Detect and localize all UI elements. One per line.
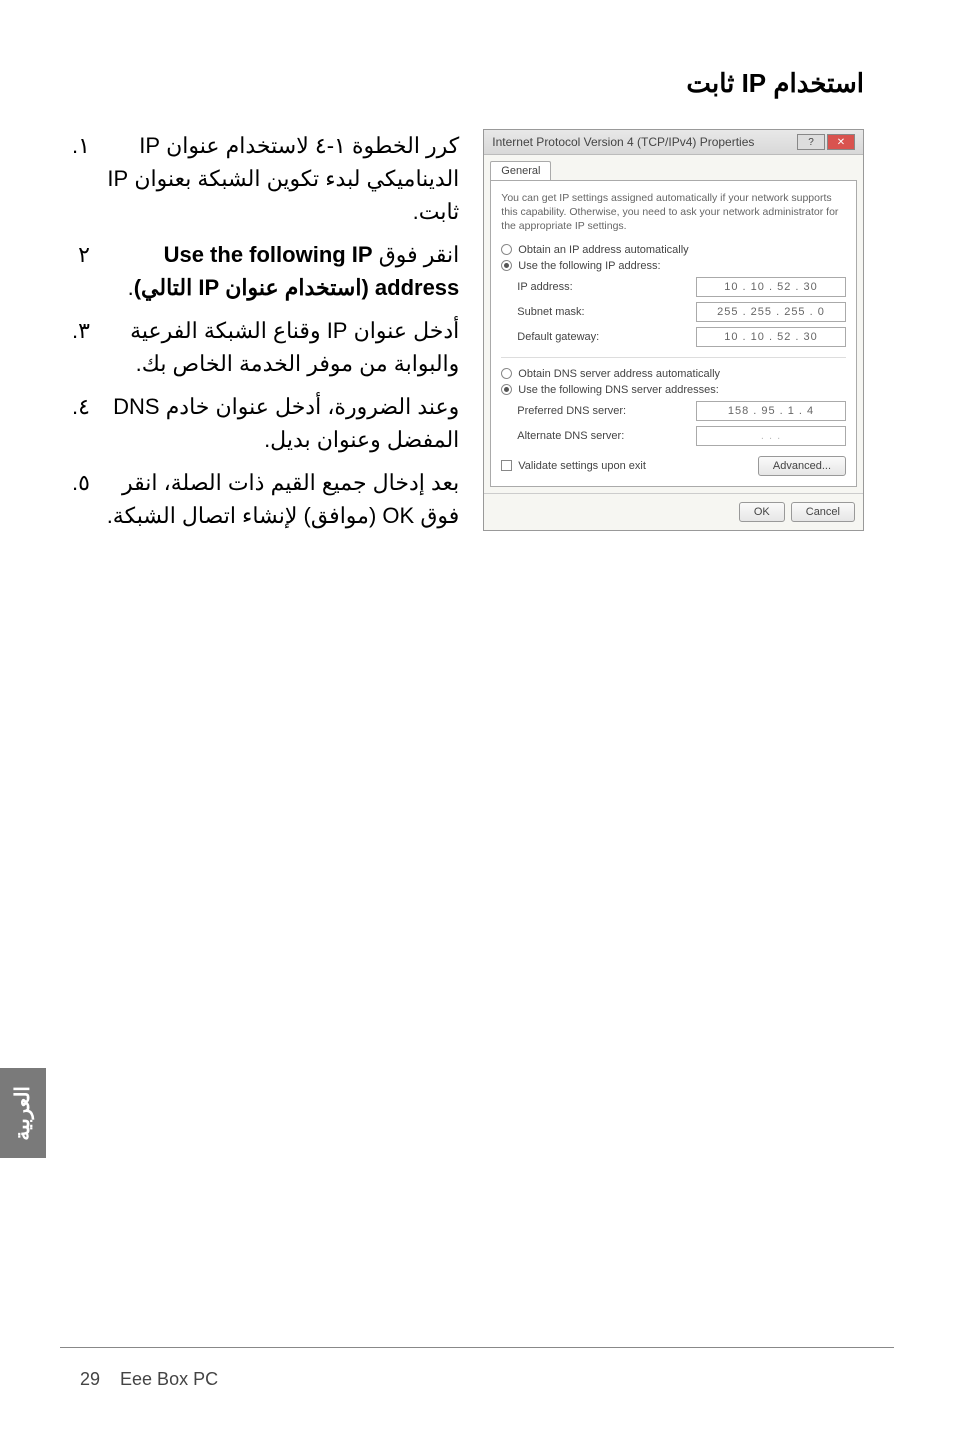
- radio-use-ip[interactable]: Use the following IP address:: [501, 260, 846, 272]
- content-row: ١. كرر الخطوة ١-٤ لاستخدام عنوان IP الدي…: [50, 129, 864, 542]
- radio-auto-ip[interactable]: Obtain an IP address automatically: [501, 244, 846, 256]
- field-ip: IP address: 10 . 10 . 52 . 30: [517, 277, 846, 297]
- step-num: ٢: [50, 238, 90, 304]
- help-button[interactable]: ?: [797, 134, 825, 150]
- field-pref-dns: Preferred DNS server: 158 . 95 . 1 . 4: [517, 401, 846, 421]
- tab-general[interactable]: General: [490, 161, 551, 180]
- checkbox-label: Validate settings upon exit: [518, 460, 646, 472]
- radio-use-dns[interactable]: Use the following DNS server addresses:: [501, 384, 846, 396]
- step-body: وعند الضرورة، أدخل عنوان خادم DNS المفضل…: [90, 390, 459, 456]
- step-body: بعد إدخال جميع القيم ذات الصلة، انقر فوق…: [90, 466, 459, 532]
- language-side-tab: العربية: [0, 1068, 46, 1158]
- field-label: Preferred DNS server:: [517, 405, 626, 417]
- step-num: ١.: [50, 129, 90, 228]
- radio-icon: [501, 368, 512, 379]
- steps-column: ١. كرر الخطوة ١-٤ لاستخدام عنوان IP الدي…: [50, 129, 459, 542]
- step-num: ٥.: [50, 466, 90, 532]
- ip-input[interactable]: 10 . 10 . 52 . 30: [696, 277, 846, 297]
- validate-checkbox[interactable]: Validate settings upon exit: [501, 460, 646, 472]
- ipv4-properties-dialog: Internet Protocol Version 4 (TCP/IPv4) P…: [483, 129, 864, 531]
- step-body: كرر الخطوة ١-٤ لاستخدام عنوان IP الدينام…: [90, 129, 459, 228]
- footer-title: Eee Box PC: [120, 1369, 218, 1390]
- step-2: ٢ انقر فوق Use the following IP address …: [50, 238, 459, 304]
- step-num: ٣.: [50, 314, 90, 380]
- dialog-titlebar: Internet Protocol Version 4 (TCP/IPv4) P…: [484, 130, 863, 155]
- language-label: العربية: [11, 1086, 35, 1141]
- radio-icon: [501, 260, 512, 271]
- radio-label: Obtain an IP address automatically: [518, 244, 688, 256]
- dialog-title-text: Internet Protocol Version 4 (TCP/IPv4) P…: [492, 135, 754, 149]
- field-label: Subnet mask:: [517, 306, 584, 318]
- field-label: Alternate DNS server:: [517, 430, 624, 442]
- field-alt-dns: Alternate DNS server: . . .: [517, 426, 846, 446]
- advanced-row: Validate settings upon exit Advanced...: [501, 456, 846, 476]
- step-prefix: انقر فوق: [373, 242, 460, 267]
- separator: [501, 357, 846, 358]
- gateway-input[interactable]: 10 . 10 . 52 . 30: [696, 327, 846, 347]
- radio-auto-dns[interactable]: Obtain DNS server address automatically: [501, 368, 846, 380]
- ok-button[interactable]: OK: [739, 502, 785, 522]
- step-4: ٤. وعند الضرورة، أدخل عنوان خادم DNS الم…: [50, 390, 459, 456]
- alt-dns-input[interactable]: . . .: [696, 426, 846, 446]
- field-mask: Subnet mask: 255 . 255 . 255 . 0: [517, 302, 846, 322]
- field-label: IP address:: [517, 281, 572, 293]
- radio-icon: [501, 384, 512, 395]
- section-heading: استخدام IP ثابت: [50, 68, 864, 99]
- radio-label: Use the following IP address:: [518, 260, 660, 272]
- dialog-footer: OK Cancel: [484, 493, 863, 530]
- advanced-button[interactable]: Advanced...: [758, 456, 846, 476]
- dialog-column: Internet Protocol Version 4 (TCP/IPv4) P…: [483, 129, 864, 531]
- titlebar-buttons: ? ✕: [797, 134, 855, 150]
- radio-label: Use the following DNS server addresses:: [518, 384, 719, 396]
- checkbox-icon: [501, 460, 512, 471]
- field-label: Default gateway:: [517, 331, 599, 343]
- page-footer: 29 Eee Box PC: [80, 1369, 218, 1390]
- radio-icon: [501, 244, 512, 255]
- footer-rule: [60, 1347, 894, 1348]
- tab-strip: General: [484, 155, 863, 180]
- tab-panel: You can get IP settings assigned automat…: [490, 180, 857, 487]
- pref-dns-input[interactable]: 158 . 95 . 1 . 4: [696, 401, 846, 421]
- step-3: ٣. أدخل عنوان IP وقناع الشبكة الفرعية وا…: [50, 314, 459, 380]
- step-1: ١. كرر الخطوة ١-٤ لاستخدام عنوان IP الدي…: [50, 129, 459, 228]
- step-num: ٤.: [50, 390, 90, 456]
- mask-input[interactable]: 255 . 255 . 255 . 0: [696, 302, 846, 322]
- step-body: أدخل عنوان IP وقناع الشبكة الفرعية والبو…: [90, 314, 459, 380]
- step-5: ٥. بعد إدخال جميع القيم ذات الصلة، انقر …: [50, 466, 459, 532]
- help-text: You can get IP settings assigned automat…: [501, 191, 846, 234]
- radio-label: Obtain DNS server address automatically: [518, 368, 720, 380]
- field-gateway: Default gateway: 10 . 10 . 52 . 30: [517, 327, 846, 347]
- step-body: انقر فوق Use the following IP address (ا…: [90, 238, 459, 304]
- page-number: 29: [80, 1369, 100, 1390]
- close-button[interactable]: ✕: [827, 134, 855, 150]
- cancel-button[interactable]: Cancel: [791, 502, 855, 522]
